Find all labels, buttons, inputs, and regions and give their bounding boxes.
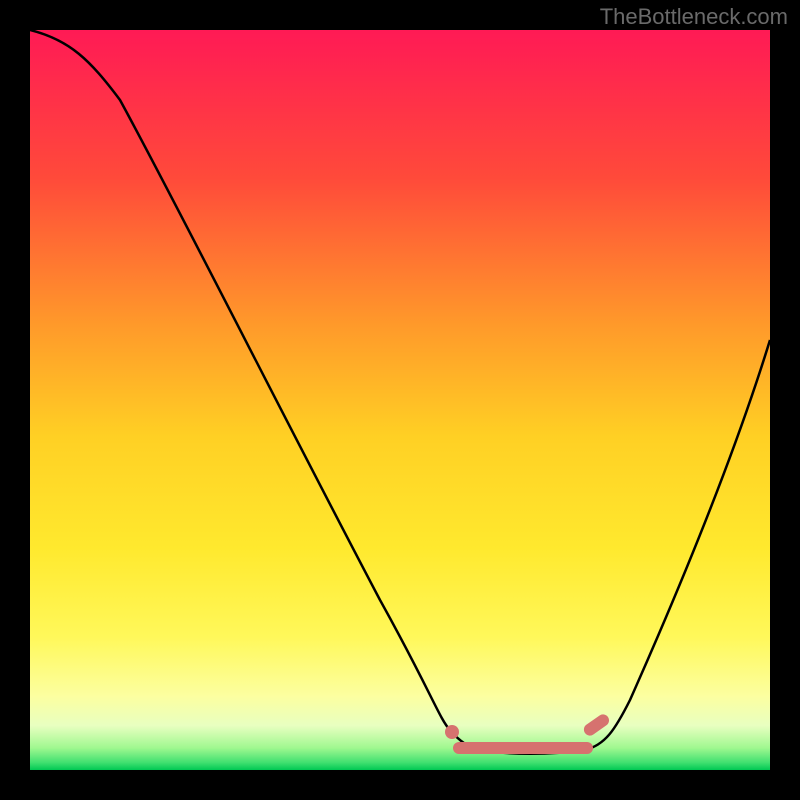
bottleneck-curve	[30, 30, 770, 770]
watermark-text: TheBottleneck.com	[600, 4, 788, 30]
chart-plot-area	[30, 30, 770, 770]
highlight-start-dot	[445, 725, 459, 739]
highlight-range-bar	[453, 742, 593, 754]
